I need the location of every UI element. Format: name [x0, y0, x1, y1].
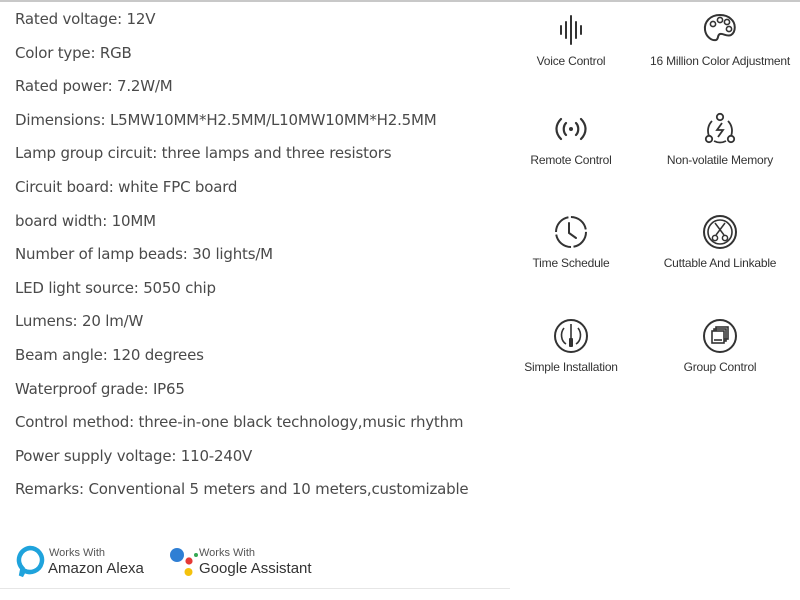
- spec-item: Dimensions: L5MW10MM*H2.5MM/L10MW10MM*H2…: [15, 110, 437, 129]
- feature-remote-control: Remote Control: [496, 109, 646, 167]
- stacked-windows-icon: [703, 319, 737, 353]
- bottom-divider: [0, 588, 510, 589]
- feature-label: Group Control: [683, 360, 757, 374]
- feature-simple-installation: Simple Installation: [496, 316, 646, 374]
- spec-item: Control method: three-in-one black techn…: [15, 413, 464, 432]
- feature-label: Non-volatile Memory: [666, 153, 774, 167]
- google-assistant-logo-icon: [170, 548, 198, 576]
- feature-group-control: Group Control: [645, 316, 795, 374]
- feature-voice-control: Voice Control: [496, 10, 646, 68]
- feature-non-volatile-memory: Non-volatile Memory: [645, 109, 795, 167]
- spec-item: board width: 10MM: [15, 211, 156, 230]
- spec-item: Remarks: Conventional 5 meters and 10 me…: [15, 480, 469, 499]
- spec-item: Circuit board: white FPC board: [15, 177, 238, 196]
- feature-label: Voice Control: [536, 54, 606, 68]
- feature-color-adjustment: 16 Million Color Adjustment: [645, 10, 795, 68]
- feature-cuttable-linkable: Cuttable And Linkable: [645, 212, 795, 270]
- spec-list: Rated voltage: 12V Color type: RGB Rated…: [15, 8, 469, 512]
- sound-wave-icon: [560, 15, 582, 45]
- feature-label: Cuttable And Linkable: [663, 256, 777, 270]
- google-works-with: Works With: [199, 547, 256, 559]
- top-divider: [0, 0, 800, 2]
- spec-item: Power supply voltage: 110-240V: [15, 446, 253, 465]
- spec-item: Lumens: 20 lm/W: [15, 312, 144, 331]
- power-cycle-icon: [704, 112, 736, 144]
- wireless-signal-icon: [555, 117, 587, 141]
- spec-item: Color type: RGB: [15, 43, 132, 62]
- feature-time-schedule: Time Schedule: [496, 212, 646, 270]
- spec-item: Lamp group circuit: three lamps and thre…: [15, 144, 392, 163]
- google-assistant-badge: Works With Google Assistant: [169, 543, 339, 583]
- spec-item: Waterproof grade: IP65: [15, 379, 185, 398]
- spec-item: Rated power: 7.2W/M: [15, 77, 173, 96]
- clock-icon: [555, 216, 587, 248]
- spec-item: LED light source: 5050 chip: [15, 278, 216, 297]
- feature-label: Remote Control: [530, 153, 612, 167]
- alexa-logo-icon: [16, 545, 45, 578]
- google-name: Google Assistant: [199, 560, 312, 577]
- spec-item: Beam angle: 120 degrees: [15, 345, 204, 364]
- spec-item: Number of lamp beads: 30 lights/M: [15, 245, 273, 264]
- scissors-icon: [703, 215, 737, 249]
- alexa-name: Amazon Alexa: [48, 560, 144, 577]
- palette-icon: [703, 13, 736, 42]
- spec-item: Rated voltage: 12V: [15, 10, 156, 28]
- alexa-works-with: Works With: [49, 547, 106, 559]
- alexa-badge: Works With Amazon Alexa: [15, 543, 155, 583]
- feature-label: Time Schedule: [532, 256, 610, 270]
- feature-label: 16 Million Color Adjustment: [649, 54, 790, 68]
- feature-label: Simple Installation: [524, 360, 618, 374]
- screwdriver-icon: [554, 319, 588, 353]
